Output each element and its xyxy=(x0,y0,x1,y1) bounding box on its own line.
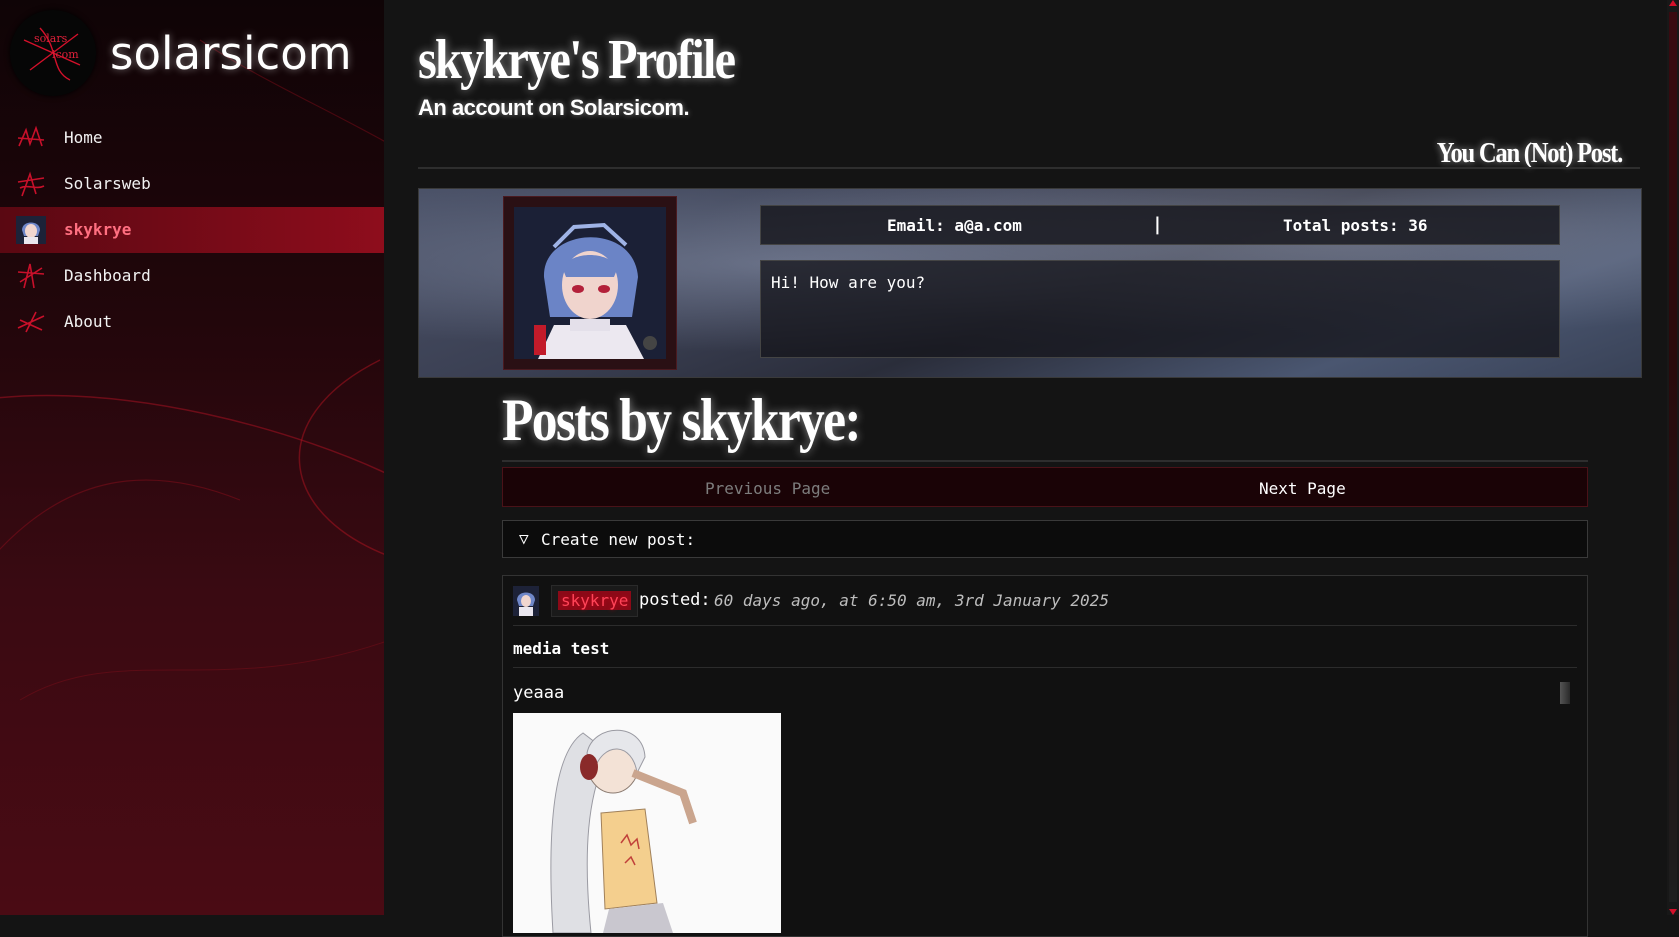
scroll-down-arrow-icon[interactable] xyxy=(1669,909,1677,915)
scribble-icon xyxy=(17,263,45,289)
sidebar-item-label: Home xyxy=(64,128,103,147)
sidebar-item-label: Dashboard xyxy=(64,266,151,285)
sidebar-item-dashboard[interactable]: Dashboard xyxy=(0,253,384,299)
post-timestamp: 60 days ago, at 6:50 am, 3rd January 202… xyxy=(714,591,1109,610)
scroll-up-arrow-icon[interactable] xyxy=(1669,0,1677,6)
page-title: skykrye's Profile xyxy=(418,29,736,91)
main-content: skykrye's Profile An account on Solarsic… xyxy=(384,0,1679,937)
sidebar-item-skykrye[interactable]: skykrye xyxy=(0,207,384,253)
profile-bio-text: Hi! How are you? xyxy=(771,273,926,292)
sidebar-item-solarsweb[interactable]: Solarsweb xyxy=(0,161,384,207)
logo-text-top: solars xyxy=(34,32,68,45)
create-post-label: Create new post: xyxy=(541,530,696,549)
profile-banner: Email: a@a.com | Total posts: 36 Hi! How… xyxy=(418,188,1642,378)
scribble-icon xyxy=(17,311,45,333)
next-page-button[interactable]: Next Page xyxy=(1259,479,1346,498)
posts-heading: Posts by skykrye: xyxy=(502,387,862,453)
profile-info-bar: Email: a@a.com | Total posts: 36 xyxy=(760,205,1560,245)
avatar-icon xyxy=(16,216,46,244)
divider xyxy=(502,460,1588,462)
sidebar-item-label: skykrye xyxy=(64,220,132,239)
page-subtitle: An account on Solarsicom. xyxy=(418,95,690,120)
sidebar-nav: Home Solarsweb skykrye Dashboard About xyxy=(0,115,384,345)
post-title: media test xyxy=(513,639,610,658)
post-author-link[interactable]: skykrye xyxy=(551,585,639,617)
logo-text-bottom: icom xyxy=(52,48,79,61)
triangle-down-icon: ▽ xyxy=(519,529,529,548)
profile-total-posts: Total posts: 36 xyxy=(1283,216,1428,235)
sidebar: solars icom solarsicom Home Solarsweb sk… xyxy=(0,0,384,915)
post-author-avatar[interactable] xyxy=(513,586,539,616)
divider xyxy=(513,625,1577,626)
avatar-frame xyxy=(503,196,677,370)
create-post-toggle[interactable]: ▽ Create new post: xyxy=(502,520,1588,558)
scribble-icon xyxy=(17,125,45,147)
scribble-icon xyxy=(17,171,45,197)
sidebar-item-label: About xyxy=(64,312,113,331)
logo-icon: solars icom xyxy=(10,10,96,96)
post-permission-note: You Can (Not) Post. xyxy=(1436,137,1624,169)
page-scrollbar[interactable] xyxy=(1667,0,1679,915)
profile-bio: Hi! How are you? xyxy=(760,260,1560,358)
sidebar-item-home[interactable]: Home xyxy=(0,115,384,161)
profile-email: Email: a@a.com xyxy=(887,216,1022,235)
post-author-name: skykrye xyxy=(558,591,632,610)
divider xyxy=(513,667,1577,668)
sidebar-item-label: Solarsweb xyxy=(64,174,151,193)
divider xyxy=(418,167,1640,169)
post-body: yeaaa xyxy=(513,683,565,703)
avatar xyxy=(514,207,666,359)
post-card: skykrye posted: 60 days ago, at 6:50 am,… xyxy=(502,575,1588,937)
brand-logo-link[interactable]: solars icom solarsicom xyxy=(10,10,352,96)
previous-page-button[interactable]: Previous Page xyxy=(705,479,830,498)
sidebar-item-about[interactable]: About xyxy=(0,299,384,345)
info-separator: | xyxy=(1152,214,1163,235)
pagination: Previous Page Next Page xyxy=(502,467,1588,507)
post-image[interactable] xyxy=(513,713,781,933)
posted-label: posted: xyxy=(639,590,711,610)
scrollbar-thumb[interactable] xyxy=(1669,12,1677,902)
brand-name: solarsicom xyxy=(110,26,352,80)
post-scrollbar[interactable] xyxy=(1560,682,1570,704)
